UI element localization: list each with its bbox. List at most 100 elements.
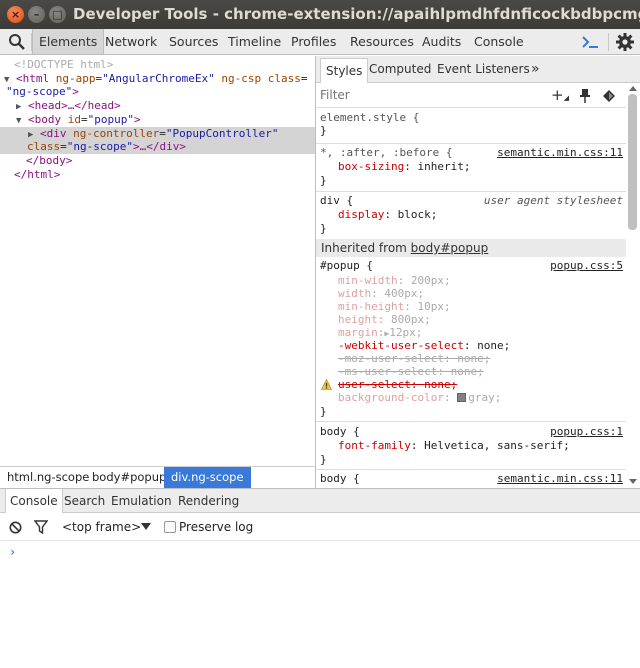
- styles-filter-input[interactable]: [320, 88, 520, 102]
- css-property-name: width: [338, 287, 372, 300]
- new-style-rule-button[interactable]: +◢: [551, 86, 569, 104]
- css-declaration[interactable]: min-height: 10px;: [338, 300, 451, 313]
- collapse-arrow-icon[interactable]: ▼: [4, 75, 9, 85]
- window-title: Developer Tools - chrome-extension://apa…: [73, 5, 640, 23]
- rule-source-link[interactable]: popup.css:5: [550, 259, 623, 272]
- breadcrumb-body[interactable]: body#popup: [85, 467, 173, 488]
- preserve-log-label: Preserve log: [179, 520, 254, 534]
- popup-rule[interactable]: #popup { popup.css:5 min-width: 200px; w…: [316, 257, 626, 422]
- window-titlebar: × – □ Developer Tools - chrome-extension…: [0, 0, 640, 29]
- inherited-from-link[interactable]: body#popup: [411, 241, 489, 255]
- css-declaration-invalid[interactable]: user-select: none;: [338, 378, 457, 391]
- expand-arrow-icon[interactable]: ▶: [16, 102, 21, 112]
- tab-console[interactable]: Console: [474, 29, 524, 54]
- css-property-value: block;: [397, 208, 438, 221]
- tab-styles[interactable]: Styles: [320, 58, 369, 83]
- clear-console-icon[interactable]: [9, 521, 22, 534]
- tab-network[interactable]: Network: [105, 29, 157, 54]
- console-drawer-icon[interactable]: [580, 33, 600, 51]
- drawer-tab-rendering[interactable]: Rendering: [178, 489, 239, 513]
- tab-computed[interactable]: Computed: [369, 56, 431, 83]
- tab-audits[interactable]: Audits: [422, 29, 461, 54]
- drawer-tab-console[interactable]: Console: [5, 489, 63, 513]
- breadcrumb-div[interactable]: div.ng-scope: [164, 467, 251, 488]
- styles-scrollbar[interactable]: [626, 84, 640, 488]
- rule-close-brace: }: [320, 124, 327, 137]
- css-declaration-invalid[interactable]: -ms-user-select: none;: [338, 365, 484, 378]
- window-maximize-button[interactable]: □: [49, 6, 66, 23]
- html-tag: <html: [16, 72, 50, 85]
- window-close-button[interactable]: ×: [7, 6, 24, 23]
- paint-icon[interactable]: [601, 88, 617, 104]
- universal-selector-rule[interactable]: *, :after, :before { semantic.min.css:11…: [316, 144, 626, 192]
- expand-arrow-icon[interactable]: ▶: [28, 130, 33, 140]
- css-property-value: 12px;: [389, 326, 423, 339]
- css-declaration[interactable]: min-width: 200px;: [338, 274, 451, 287]
- frame-select[interactable]: <top frame>: [62, 513, 141, 541]
- body-popup-rule[interactable]: body { popup.css:1 font-family: Helvetic…: [316, 422, 626, 470]
- breadcrumb-html[interactable]: html.ng-scope: [0, 467, 96, 488]
- more-tabs-button[interactable]: »: [531, 56, 540, 83]
- rule-selector: div {: [320, 194, 354, 207]
- drawer-tab-emulation[interactable]: Emulation: [111, 489, 172, 513]
- rule-selector: element.style {: [320, 111, 420, 124]
- css-declaration[interactable]: box-sizing: inherit;: [338, 160, 470, 173]
- css-property-name: user-select: [338, 378, 411, 391]
- console-prompt[interactable]: ›: [9, 545, 16, 559]
- tab-event-listeners[interactable]: Event Listeners: [437, 56, 530, 83]
- doctype-node[interactable]: <!DOCTYPE html>: [14, 58, 329, 72]
- attr-value: "AngularChromeEx": [102, 72, 215, 85]
- collapse-arrow-icon[interactable]: ▼: [16, 116, 21, 126]
- preserve-log-checkbox[interactable]: [164, 521, 176, 533]
- scrollbar-thumb[interactable]: [628, 94, 637, 230]
- tab-timeline[interactable]: Timeline: [228, 29, 281, 54]
- css-declaration[interactable]: display: block;: [338, 208, 437, 221]
- css-declaration[interactable]: height: 800px;: [338, 313, 431, 326]
- inherited-from-header: Inherited from body#popup: [316, 239, 626, 257]
- scroll-down-arrow-icon[interactable]: [629, 479, 637, 484]
- rule-source-link[interactable]: semantic.min.css:11: [497, 146, 623, 159]
- css-declaration[interactable]: background-color: gray;: [338, 391, 501, 404]
- attr-name: ng-app: [49, 72, 96, 85]
- css-declaration[interactable]: -webkit-user-select: none;: [338, 339, 510, 352]
- css-declaration[interactable]: margin:▶12px;: [338, 326, 422, 340]
- element-style-rule[interactable]: element.style { }: [316, 108, 626, 144]
- div-user-agent-rule[interactable]: div { user agent stylesheet display: blo…: [316, 192, 626, 240]
- color-swatch[interactable]: [457, 393, 467, 402]
- head-tag: <head>…</head>: [28, 99, 121, 112]
- css-property-value: none;: [477, 339, 511, 352]
- css-property-name: background-color: [338, 391, 444, 404]
- tab-resources[interactable]: Resources: [350, 29, 414, 54]
- attr-value: "popup": [87, 113, 135, 126]
- rule-close-brace: }: [320, 174, 327, 187]
- search-icon[interactable]: [8, 33, 26, 51]
- css-declaration-invalid[interactable]: -moz-user-select: none;: [338, 352, 490, 365]
- tab-sources[interactable]: Sources: [169, 29, 218, 54]
- pin-icon[interactable]: [579, 88, 591, 104]
- rule-source-label: user agent stylesheet: [483, 194, 623, 207]
- div-tag: <div: [40, 127, 67, 140]
- tab-profiles[interactable]: Profiles: [291, 29, 336, 54]
- filter-icon[interactable]: [34, 520, 48, 534]
- body-close-node[interactable]: </body>: [26, 154, 341, 168]
- breadcrumb: html.ng-scope body#popup div.ng-scope: [0, 466, 315, 488]
- html-node-continued[interactable]: "ng-scope">: [6, 85, 321, 99]
- css-property-value: gray;: [468, 391, 502, 404]
- css-property-name: -ms-user-select: [338, 365, 438, 378]
- css-declaration[interactable]: font-family: Helvetica, sans-serif;: [338, 439, 570, 452]
- gear-icon[interactable]: [615, 32, 635, 52]
- tab-elements[interactable]: Elements: [32, 29, 105, 54]
- body-semantic-rule[interactable]: body { semantic.min.css:11: [316, 470, 626, 488]
- div-node-selected-continued[interactable]: class="ng-scope">…</div>: [0, 140, 315, 154]
- rule-source-link[interactable]: popup.css:1: [550, 425, 623, 438]
- rule-source-link[interactable]: semantic.min.css:11: [497, 472, 623, 485]
- css-property-name: min-height: [338, 300, 405, 313]
- html-close-node[interactable]: </html>: [14, 168, 329, 182]
- drawer-tab-search[interactable]: Search: [64, 489, 105, 513]
- css-declaration[interactable]: width: 400px;: [338, 287, 424, 300]
- scroll-up-arrow-icon[interactable]: [629, 86, 637, 91]
- window-minimize-button[interactable]: –: [28, 6, 45, 23]
- plus-icon: +: [551, 86, 564, 104]
- chevron-down-icon[interactable]: [141, 523, 151, 530]
- css-property-value: 400px;: [384, 287, 425, 300]
